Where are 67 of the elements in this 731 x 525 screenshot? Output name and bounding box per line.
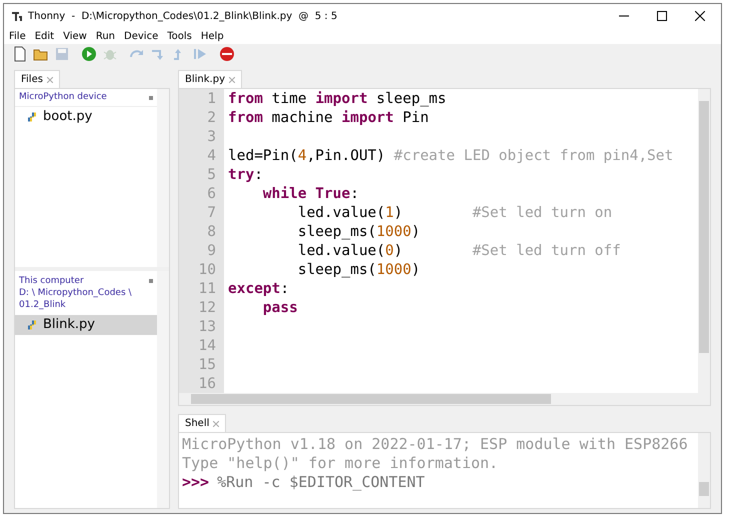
line-number: 3: [206, 128, 217, 147]
vertical-scrollbar[interactable]: [157, 89, 169, 267]
code-line: sleep_ms(1000): [296, 222, 422, 242]
panel-header: This computer: [19, 275, 85, 287]
python-file-icon: [27, 320, 37, 330]
code-line: except:: [228, 280, 290, 299]
vertical-scrollbar[interactable]: [698, 89, 710, 393]
menu-item[interactable]: Edit: [34, 28, 54, 44]
line-number: 6: [206, 185, 217, 204]
line-number: 16: [198, 375, 217, 394]
code-line: while True:: [262, 184, 360, 204]
tab-label: Blink.py: [185, 73, 225, 87]
line-number: 8: [206, 223, 217, 242]
horizontal-scrollbar[interactable]: [179, 393, 710, 405]
app-logo-icon: [12, 11, 22, 21]
vertical-scrollbar[interactable]: [157, 271, 169, 508]
panel-header: D: \ Micropython_Codes \: [19, 287, 132, 299]
menu-item[interactable]: Run: [96, 28, 116, 44]
stop-icon[interactable]: [219, 46, 235, 62]
line-number: 4: [206, 147, 217, 166]
play-icon[interactable]: [81, 46, 97, 62]
code-line: from machine import Pin: [228, 109, 430, 128]
shell-command: %Run -c $EDITOR_CONTENT: [217, 473, 425, 492]
menu-item[interactable]: View: [63, 28, 87, 44]
code-line: led.value(0) #Set led turn off: [296, 242, 622, 261]
line-number: 5: [206, 166, 217, 185]
tab-label: Files: [21, 73, 43, 87]
line-number: 14: [198, 337, 217, 356]
code-line: sleep_ms(1000): [296, 260, 422, 280]
panel-header: 01.2_Blink: [19, 299, 67, 311]
menu-item[interactable]: Tools: [167, 28, 192, 44]
line-number: 12: [198, 299, 217, 318]
vertical-scrollbar[interactable]: [698, 433, 710, 508]
menu-item[interactable]: Device: [124, 28, 158, 44]
maximize-icon[interactable]: [657, 11, 667, 21]
code-editor[interactable]: [178, 88, 711, 406]
line-number: 7: [206, 204, 217, 223]
line-number: 13: [198, 318, 217, 337]
menu-item[interactable]: Help: [200, 28, 224, 44]
shell-output: MicroPython v1.18 on 2022-01-17; ESP module with ESP8266: [182, 435, 689, 454]
tab-label: Shell: [185, 417, 210, 431]
tree-row[interactable]: Blink.py: [15, 315, 157, 335]
panel-tab[interactable]: Shell: [178, 414, 226, 432]
file-name: boot.py: [43, 108, 92, 126]
python-file-icon: [27, 112, 37, 122]
shell-output: Type "help()" for more information.: [182, 454, 500, 473]
panel-tab[interactable]: Files: [14, 70, 60, 88]
window-title: Thonny - D:\Micropython_Codes\01.2_Blink\Blink.py @ 5 : 5: [28, 10, 338, 24]
shell-prompt: >>>: [182, 473, 210, 492]
line-number: 15: [198, 356, 217, 375]
close-icon[interactable]: [695, 11, 705, 21]
panel-tab[interactable]: Blink.py: [178, 70, 242, 88]
code-line: led.value(1) #Set led turn on: [296, 204, 614, 223]
code-line: led=Pin(4,Pin.OUT) #create LED object from pin4,Set: [228, 146, 674, 166]
code-line: try:: [228, 166, 264, 185]
new-file-icon[interactable]: [12, 46, 28, 62]
line-number: 9: [206, 242, 217, 261]
line-number: 11: [198, 280, 217, 299]
code-line: pass: [262, 298, 299, 318]
code-line: from time import sleep_ms: [228, 90, 448, 109]
shell-panel[interactable]: MicroPython v1.18 on 2022-01-17; ESP module with ESP8266 Type "help()" for more information. >>> %Run -c $EDITOR_CONTENT: [178, 432, 711, 509]
menu-item[interactable]: File: [9, 28, 26, 44]
line-number: 10: [198, 261, 217, 280]
line-number: 1: [206, 90, 217, 109]
line-number: 2: [206, 109, 217, 128]
file-name: Blink.py: [43, 316, 95, 334]
panel-header: MicroPython device: [19, 90, 107, 104]
